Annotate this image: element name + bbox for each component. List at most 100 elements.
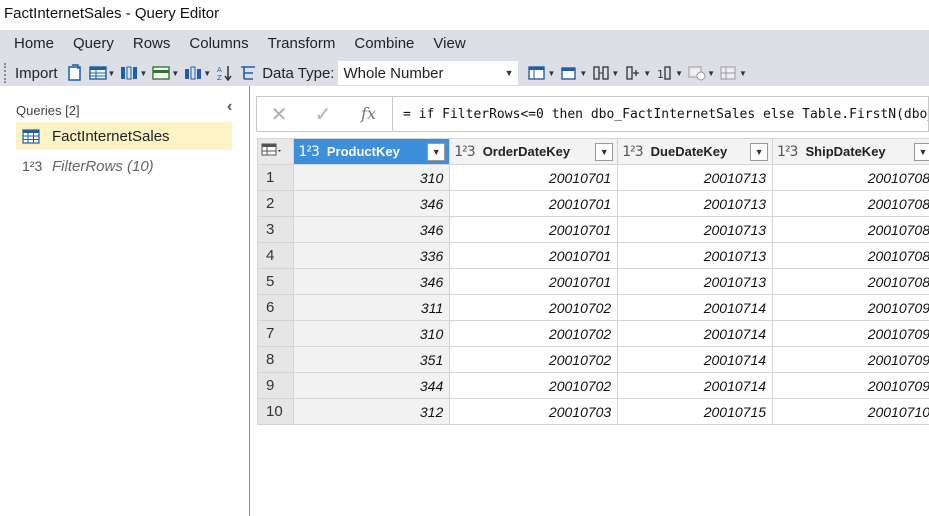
row-number[interactable]: 7 xyxy=(256,320,295,347)
table-row[interactable]: 9 344 20010702 20010714 20010709 xyxy=(256,372,929,399)
cell-duedatekey[interactable]: 20010713 xyxy=(617,216,774,243)
row-number[interactable]: 1 xyxy=(256,164,295,191)
split-column-icon[interactable]: ▼ xyxy=(184,62,211,84)
data-type-dropdown[interactable]: Whole Number ▼ xyxy=(338,61,519,85)
cell-shipdatekey[interactable]: 20010708 xyxy=(772,268,929,295)
table-row[interactable]: 3 346 20010701 20010713 20010708 xyxy=(256,216,929,243)
cell-shipdatekey[interactable]: 20010708 xyxy=(772,164,929,191)
menu-view[interactable]: View xyxy=(431,34,467,53)
cell-orderdatekey[interactable]: 20010702 xyxy=(449,294,619,321)
column-header-productkey[interactable]: 1²3 ProductKey ▼ xyxy=(293,138,451,165)
sort-icon[interactable]: AZ xyxy=(216,62,234,84)
cell-shipdatekey[interactable]: 20010709 xyxy=(772,320,929,347)
number-type-icon[interactable]: 1²3 xyxy=(777,144,798,160)
filter-dropdown-icon[interactable]: ▼ xyxy=(750,142,769,161)
refresh-preview-icon[interactable] xyxy=(66,62,84,84)
cell-productkey[interactable]: 310 xyxy=(293,320,451,347)
cell-duedatekey[interactable]: 20010713 xyxy=(617,164,774,191)
table-row[interactable]: 1 310 20010701 20010713 20010708 xyxy=(256,164,929,191)
menu-combine[interactable]: Combine xyxy=(352,34,416,53)
transform-icon[interactable]: ▼ xyxy=(720,62,747,84)
number-type-icon[interactable]: 1²3 xyxy=(454,144,475,160)
cell-duedatekey[interactable]: 20010713 xyxy=(617,268,774,295)
row-number[interactable]: 5 xyxy=(256,268,295,295)
cell-duedatekey[interactable]: 20010714 xyxy=(617,372,774,399)
cell-orderdatekey[interactable]: 20010702 xyxy=(449,372,619,399)
cell-shipdatekey[interactable]: 20010708 xyxy=(772,242,929,269)
column-header-orderdatekey[interactable]: 1²3 OrderDateKey ▼ xyxy=(449,138,619,165)
cell-orderdatekey[interactable]: 20010701 xyxy=(449,268,619,295)
cell-shipdatekey[interactable]: 20010709 xyxy=(772,346,929,373)
table-row[interactable]: 7 310 20010702 20010714 20010709 xyxy=(256,320,929,347)
table-options-icon[interactable]: ▼ xyxy=(88,62,115,84)
cell-productkey[interactable]: 312 xyxy=(293,398,451,425)
filter-dropdown-icon[interactable]: ▼ xyxy=(427,142,446,161)
cell-productkey[interactable]: 311 xyxy=(293,294,451,321)
table-row[interactable]: 2 346 20010701 20010713 20010708 xyxy=(256,190,929,217)
cell-orderdatekey[interactable]: 20010702 xyxy=(449,346,619,373)
number-type-icon[interactable]: 1²3 xyxy=(298,144,319,160)
cell-orderdatekey[interactable]: 20010701 xyxy=(449,190,619,217)
menu-query[interactable]: Query xyxy=(71,34,116,53)
menu-columns[interactable]: Columns xyxy=(187,34,250,53)
formula-input[interactable]: = if FilterRows<=0 then dbo_FactInternet… xyxy=(393,107,928,122)
cell-duedatekey[interactable]: 20010715 xyxy=(617,398,774,425)
add-column-icon[interactable]: ▼ xyxy=(624,62,651,84)
fx-icon[interactable]: fx xyxy=(345,97,393,131)
cell-duedatekey[interactable]: 20010714 xyxy=(617,294,774,321)
row-number[interactable]: 6 xyxy=(256,294,295,321)
commit-formula-icon[interactable]: ✓ xyxy=(301,102,345,127)
replace-values-icon[interactable]: ▼ xyxy=(560,62,587,84)
cell-shipdatekey[interactable]: 20010710 xyxy=(772,398,929,425)
collapse-pane-icon[interactable]: ‹ xyxy=(227,98,232,116)
menu-home[interactable]: Home xyxy=(12,34,56,53)
cell-productkey[interactable]: 351 xyxy=(293,346,451,373)
row-number[interactable]: 3 xyxy=(256,216,295,243)
use-first-row-headers-icon[interactable]: ▼ xyxy=(528,62,555,84)
cell-shipdatekey[interactable]: 20010709 xyxy=(772,294,929,321)
cell-productkey[interactable]: 346 xyxy=(293,216,451,243)
filter-dropdown-icon[interactable]: ▼ xyxy=(914,142,929,161)
table-row[interactable]: 10 312 20010703 20010715 20010710 xyxy=(256,398,929,425)
table-row[interactable]: 6 311 20010702 20010714 20010709 xyxy=(256,294,929,321)
merge-columns-icon[interactable]: ▼ xyxy=(592,62,619,84)
row-number[interactable]: 2 xyxy=(256,190,295,217)
cell-productkey[interactable]: 310 xyxy=(293,164,451,191)
cell-productkey[interactable]: 346 xyxy=(293,190,451,217)
group-by-icon[interactable] xyxy=(239,62,257,84)
cell-orderdatekey[interactable]: 20010701 xyxy=(449,242,619,269)
table-row[interactable]: 4 336 20010701 20010713 20010708 xyxy=(256,242,929,269)
date-time-icon[interactable]: ▼ xyxy=(688,62,715,84)
cell-duedatekey[interactable]: 20010714 xyxy=(617,320,774,347)
number-type-icon[interactable]: 1²3 xyxy=(622,144,643,160)
cell-productkey[interactable]: 344 xyxy=(293,372,451,399)
row-number[interactable]: 10 xyxy=(256,398,295,425)
table-row[interactable]: 5 346 20010701 20010713 20010708 xyxy=(256,268,929,295)
table-row[interactable]: 8 351 20010702 20010714 20010709 xyxy=(256,346,929,373)
table-menu-button[interactable] xyxy=(256,138,295,165)
cell-duedatekey[interactable]: 20010713 xyxy=(617,190,774,217)
cell-productkey[interactable]: 336 xyxy=(293,242,451,269)
row-number[interactable]: 8 xyxy=(256,346,295,373)
column-header-duedatekey[interactable]: 1²3 DueDateKey ▼ xyxy=(617,138,774,165)
query-item-filterrows[interactable]: 1²3 FilterRows (10) xyxy=(16,152,232,180)
cell-duedatekey[interactable]: 20010714 xyxy=(617,346,774,373)
import-button[interactable]: Import xyxy=(15,65,58,82)
insert-column-icon[interactable]: 1 ▼ xyxy=(656,62,683,84)
cell-shipdatekey[interactable]: 20010709 xyxy=(772,372,929,399)
cell-orderdatekey[interactable]: 20010701 xyxy=(449,216,619,243)
toolbar-grip[interactable] xyxy=(4,63,7,83)
query-item-factinternetsales[interactable]: FactInternetSales xyxy=(16,122,232,150)
choose-columns-icon[interactable]: ▼ xyxy=(120,62,147,84)
cell-shipdatekey[interactable]: 20010708 xyxy=(772,216,929,243)
row-number[interactable]: 4 xyxy=(256,242,295,269)
menu-transform[interactable]: Transform xyxy=(266,34,338,53)
keep-rows-icon[interactable]: ▼ xyxy=(152,62,179,84)
filter-dropdown-icon[interactable]: ▼ xyxy=(595,142,614,161)
menu-rows[interactable]: Rows xyxy=(131,34,173,53)
cell-orderdatekey[interactable]: 20010701 xyxy=(449,164,619,191)
column-header-shipdatekey[interactable]: 1²3 ShipDateKey ▼ xyxy=(772,138,929,165)
cell-duedatekey[interactable]: 20010713 xyxy=(617,242,774,269)
cell-orderdatekey[interactable]: 20010702 xyxy=(449,320,619,347)
cancel-formula-icon[interactable]: ✕ xyxy=(257,102,301,127)
